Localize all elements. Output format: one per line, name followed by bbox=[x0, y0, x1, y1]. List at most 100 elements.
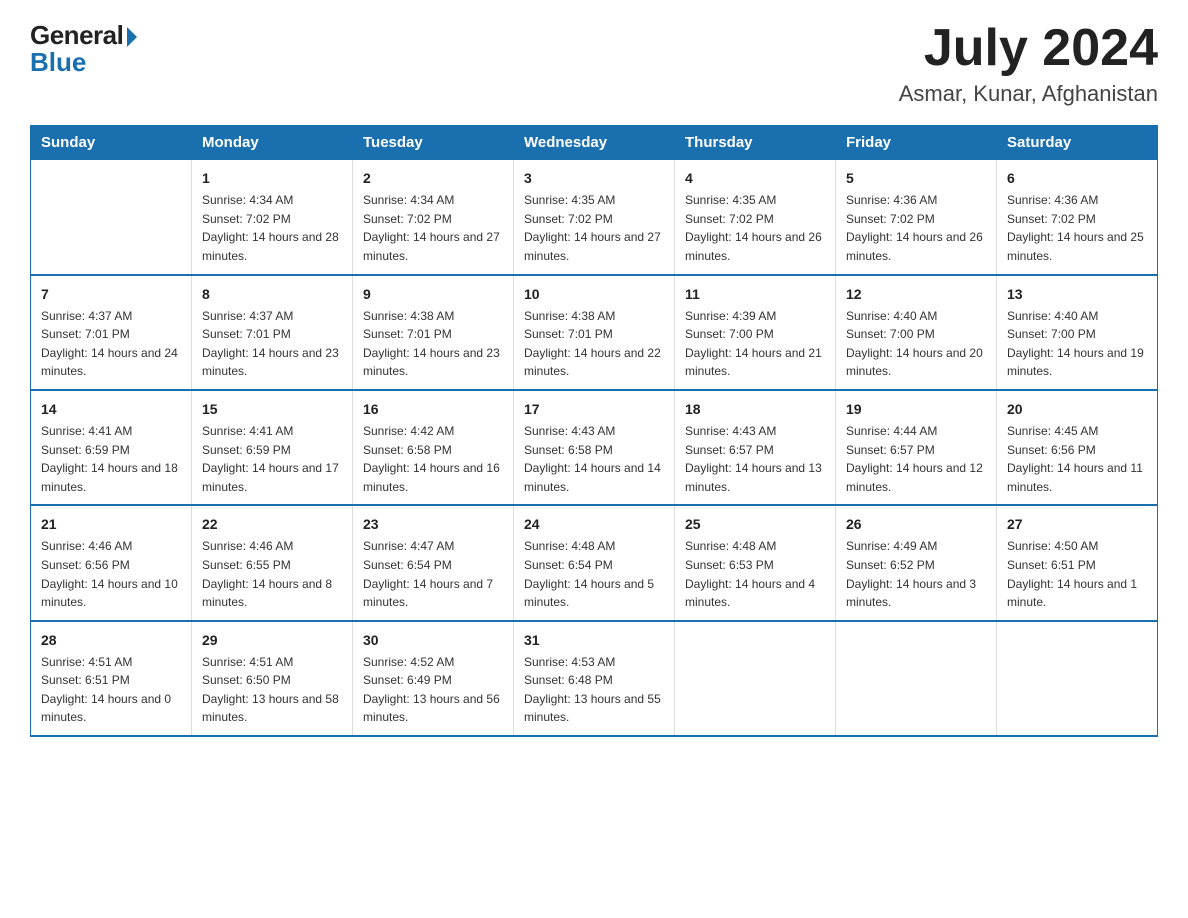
calendar-cell bbox=[836, 621, 997, 736]
day-number: 2 bbox=[363, 168, 503, 189]
day-number: 13 bbox=[1007, 284, 1147, 305]
day-detail: Sunrise: 4:35 AMSunset: 7:02 PMDaylight:… bbox=[524, 191, 664, 265]
day-detail: Sunrise: 4:35 AMSunset: 7:02 PMDaylight:… bbox=[685, 191, 825, 265]
day-detail: Sunrise: 4:40 AMSunset: 7:00 PMDaylight:… bbox=[846, 307, 986, 381]
calendar-cell: 23Sunrise: 4:47 AMSunset: 6:54 PMDayligh… bbox=[353, 505, 514, 620]
day-detail: Sunrise: 4:36 AMSunset: 7:02 PMDaylight:… bbox=[846, 191, 986, 265]
calendar-week-row: 28Sunrise: 4:51 AMSunset: 6:51 PMDayligh… bbox=[31, 621, 1158, 736]
day-detail: Sunrise: 4:34 AMSunset: 7:02 PMDaylight:… bbox=[363, 191, 503, 265]
day-number: 24 bbox=[524, 514, 664, 535]
day-number: 9 bbox=[363, 284, 503, 305]
day-number: 3 bbox=[524, 168, 664, 189]
calendar-cell: 1Sunrise: 4:34 AMSunset: 7:02 PMDaylight… bbox=[192, 160, 353, 275]
day-detail: Sunrise: 4:38 AMSunset: 7:01 PMDaylight:… bbox=[363, 307, 503, 381]
calendar-cell: 2Sunrise: 4:34 AMSunset: 7:02 PMDaylight… bbox=[353, 160, 514, 275]
calendar-title: July 2024 bbox=[899, 20, 1158, 77]
day-number: 21 bbox=[41, 514, 181, 535]
calendar-cell: 22Sunrise: 4:46 AMSunset: 6:55 PMDayligh… bbox=[192, 505, 353, 620]
day-detail: Sunrise: 4:53 AMSunset: 6:48 PMDaylight:… bbox=[524, 653, 664, 727]
calendar-cell: 18Sunrise: 4:43 AMSunset: 6:57 PMDayligh… bbox=[675, 390, 836, 505]
calendar-cell: 31Sunrise: 4:53 AMSunset: 6:48 PMDayligh… bbox=[514, 621, 675, 736]
calendar-cell: 15Sunrise: 4:41 AMSunset: 6:59 PMDayligh… bbox=[192, 390, 353, 505]
day-number: 12 bbox=[846, 284, 986, 305]
day-number: 29 bbox=[202, 630, 342, 651]
day-detail: Sunrise: 4:51 AMSunset: 6:51 PMDaylight:… bbox=[41, 653, 181, 727]
day-detail: Sunrise: 4:37 AMSunset: 7:01 PMDaylight:… bbox=[41, 307, 181, 381]
logo: General Blue bbox=[30, 20, 137, 78]
day-detail: Sunrise: 4:51 AMSunset: 6:50 PMDaylight:… bbox=[202, 653, 342, 727]
calendar-cell: 6Sunrise: 4:36 AMSunset: 7:02 PMDaylight… bbox=[997, 160, 1158, 275]
calendar-cell: 3Sunrise: 4:35 AMSunset: 7:02 PMDaylight… bbox=[514, 160, 675, 275]
column-header-monday: Monday bbox=[192, 126, 353, 160]
day-detail: Sunrise: 4:49 AMSunset: 6:52 PMDaylight:… bbox=[846, 537, 986, 611]
calendar-cell: 29Sunrise: 4:51 AMSunset: 6:50 PMDayligh… bbox=[192, 621, 353, 736]
calendar-cell: 16Sunrise: 4:42 AMSunset: 6:58 PMDayligh… bbox=[353, 390, 514, 505]
day-number: 20 bbox=[1007, 399, 1147, 420]
day-number: 14 bbox=[41, 399, 181, 420]
day-number: 8 bbox=[202, 284, 342, 305]
calendar-cell: 21Sunrise: 4:46 AMSunset: 6:56 PMDayligh… bbox=[31, 505, 192, 620]
calendar-cell bbox=[675, 621, 836, 736]
day-detail: Sunrise: 4:41 AMSunset: 6:59 PMDaylight:… bbox=[202, 422, 342, 496]
day-number: 10 bbox=[524, 284, 664, 305]
day-number: 5 bbox=[846, 168, 986, 189]
column-header-sunday: Sunday bbox=[31, 126, 192, 160]
calendar-cell bbox=[997, 621, 1158, 736]
calendar-cell: 27Sunrise: 4:50 AMSunset: 6:51 PMDayligh… bbox=[997, 505, 1158, 620]
calendar-cell: 8Sunrise: 4:37 AMSunset: 7:01 PMDaylight… bbox=[192, 275, 353, 390]
day-number: 26 bbox=[846, 514, 986, 535]
day-detail: Sunrise: 4:47 AMSunset: 6:54 PMDaylight:… bbox=[363, 537, 503, 611]
day-number: 30 bbox=[363, 630, 503, 651]
calendar-cell: 17Sunrise: 4:43 AMSunset: 6:58 PMDayligh… bbox=[514, 390, 675, 505]
day-detail: Sunrise: 4:43 AMSunset: 6:58 PMDaylight:… bbox=[524, 422, 664, 496]
day-detail: Sunrise: 4:48 AMSunset: 6:53 PMDaylight:… bbox=[685, 537, 825, 611]
day-number: 31 bbox=[524, 630, 664, 651]
calendar-cell: 20Sunrise: 4:45 AMSunset: 6:56 PMDayligh… bbox=[997, 390, 1158, 505]
day-detail: Sunrise: 4:46 AMSunset: 6:55 PMDaylight:… bbox=[202, 537, 342, 611]
day-detail: Sunrise: 4:48 AMSunset: 6:54 PMDaylight:… bbox=[524, 537, 664, 611]
day-detail: Sunrise: 4:45 AMSunset: 6:56 PMDaylight:… bbox=[1007, 422, 1147, 496]
calendar-cell: 26Sunrise: 4:49 AMSunset: 6:52 PMDayligh… bbox=[836, 505, 997, 620]
day-number: 7 bbox=[41, 284, 181, 305]
day-number: 18 bbox=[685, 399, 825, 420]
calendar-week-row: 7Sunrise: 4:37 AMSunset: 7:01 PMDaylight… bbox=[31, 275, 1158, 390]
day-detail: Sunrise: 4:37 AMSunset: 7:01 PMDaylight:… bbox=[202, 307, 342, 381]
calendar-cell: 7Sunrise: 4:37 AMSunset: 7:01 PMDaylight… bbox=[31, 275, 192, 390]
title-block: July 2024 Asmar, Kunar, Afghanistan bbox=[899, 20, 1158, 107]
calendar-header-row: SundayMondayTuesdayWednesdayThursdayFrid… bbox=[31, 126, 1158, 160]
day-number: 27 bbox=[1007, 514, 1147, 535]
page-header: General Blue July 2024 Asmar, Kunar, Afg… bbox=[30, 20, 1158, 107]
day-number: 6 bbox=[1007, 168, 1147, 189]
day-detail: Sunrise: 4:52 AMSunset: 6:49 PMDaylight:… bbox=[363, 653, 503, 727]
day-detail: Sunrise: 4:39 AMSunset: 7:00 PMDaylight:… bbox=[685, 307, 825, 381]
day-number: 25 bbox=[685, 514, 825, 535]
calendar-cell: 12Sunrise: 4:40 AMSunset: 7:00 PMDayligh… bbox=[836, 275, 997, 390]
column-header-friday: Friday bbox=[836, 126, 997, 160]
calendar-cell: 13Sunrise: 4:40 AMSunset: 7:00 PMDayligh… bbox=[997, 275, 1158, 390]
day-number: 4 bbox=[685, 168, 825, 189]
calendar-location: Asmar, Kunar, Afghanistan bbox=[899, 81, 1158, 107]
logo-arrow-icon bbox=[127, 27, 137, 47]
day-number: 22 bbox=[202, 514, 342, 535]
column-header-saturday: Saturday bbox=[997, 126, 1158, 160]
calendar-cell: 28Sunrise: 4:51 AMSunset: 6:51 PMDayligh… bbox=[31, 621, 192, 736]
calendar-cell bbox=[31, 160, 192, 275]
day-detail: Sunrise: 4:38 AMSunset: 7:01 PMDaylight:… bbox=[524, 307, 664, 381]
calendar-cell: 10Sunrise: 4:38 AMSunset: 7:01 PMDayligh… bbox=[514, 275, 675, 390]
calendar-cell: 24Sunrise: 4:48 AMSunset: 6:54 PMDayligh… bbox=[514, 505, 675, 620]
day-detail: Sunrise: 4:40 AMSunset: 7:00 PMDaylight:… bbox=[1007, 307, 1147, 381]
day-detail: Sunrise: 4:43 AMSunset: 6:57 PMDaylight:… bbox=[685, 422, 825, 496]
day-detail: Sunrise: 4:46 AMSunset: 6:56 PMDaylight:… bbox=[41, 537, 181, 611]
calendar-week-row: 14 Sunrise: 4:41 AMSunset: 6:59 PMDayligh… bbox=[31, 390, 1158, 505]
day-detail: Sunrise: 4:42 AMSunset: 6:58 PMDaylight:… bbox=[363, 422, 503, 496]
day-number: 11 bbox=[685, 284, 825, 305]
day-detail: Sunrise: 4:34 AMSunset: 7:02 PMDaylight:… bbox=[202, 191, 342, 265]
day-number: 19 bbox=[846, 399, 986, 420]
day-number: 1 bbox=[202, 168, 342, 189]
calendar-cell: 30Sunrise: 4:52 AMSunset: 6:49 PMDayligh… bbox=[353, 621, 514, 736]
day-detail: Sunrise: 4:44 AMSunset: 6:57 PMDaylight:… bbox=[846, 422, 986, 496]
column-header-tuesday: Tuesday bbox=[353, 126, 514, 160]
day-number: 23 bbox=[363, 514, 503, 535]
calendar-cell: 5Sunrise: 4:36 AMSunset: 7:02 PMDaylight… bbox=[836, 160, 997, 275]
day-number: 15 bbox=[202, 399, 342, 420]
